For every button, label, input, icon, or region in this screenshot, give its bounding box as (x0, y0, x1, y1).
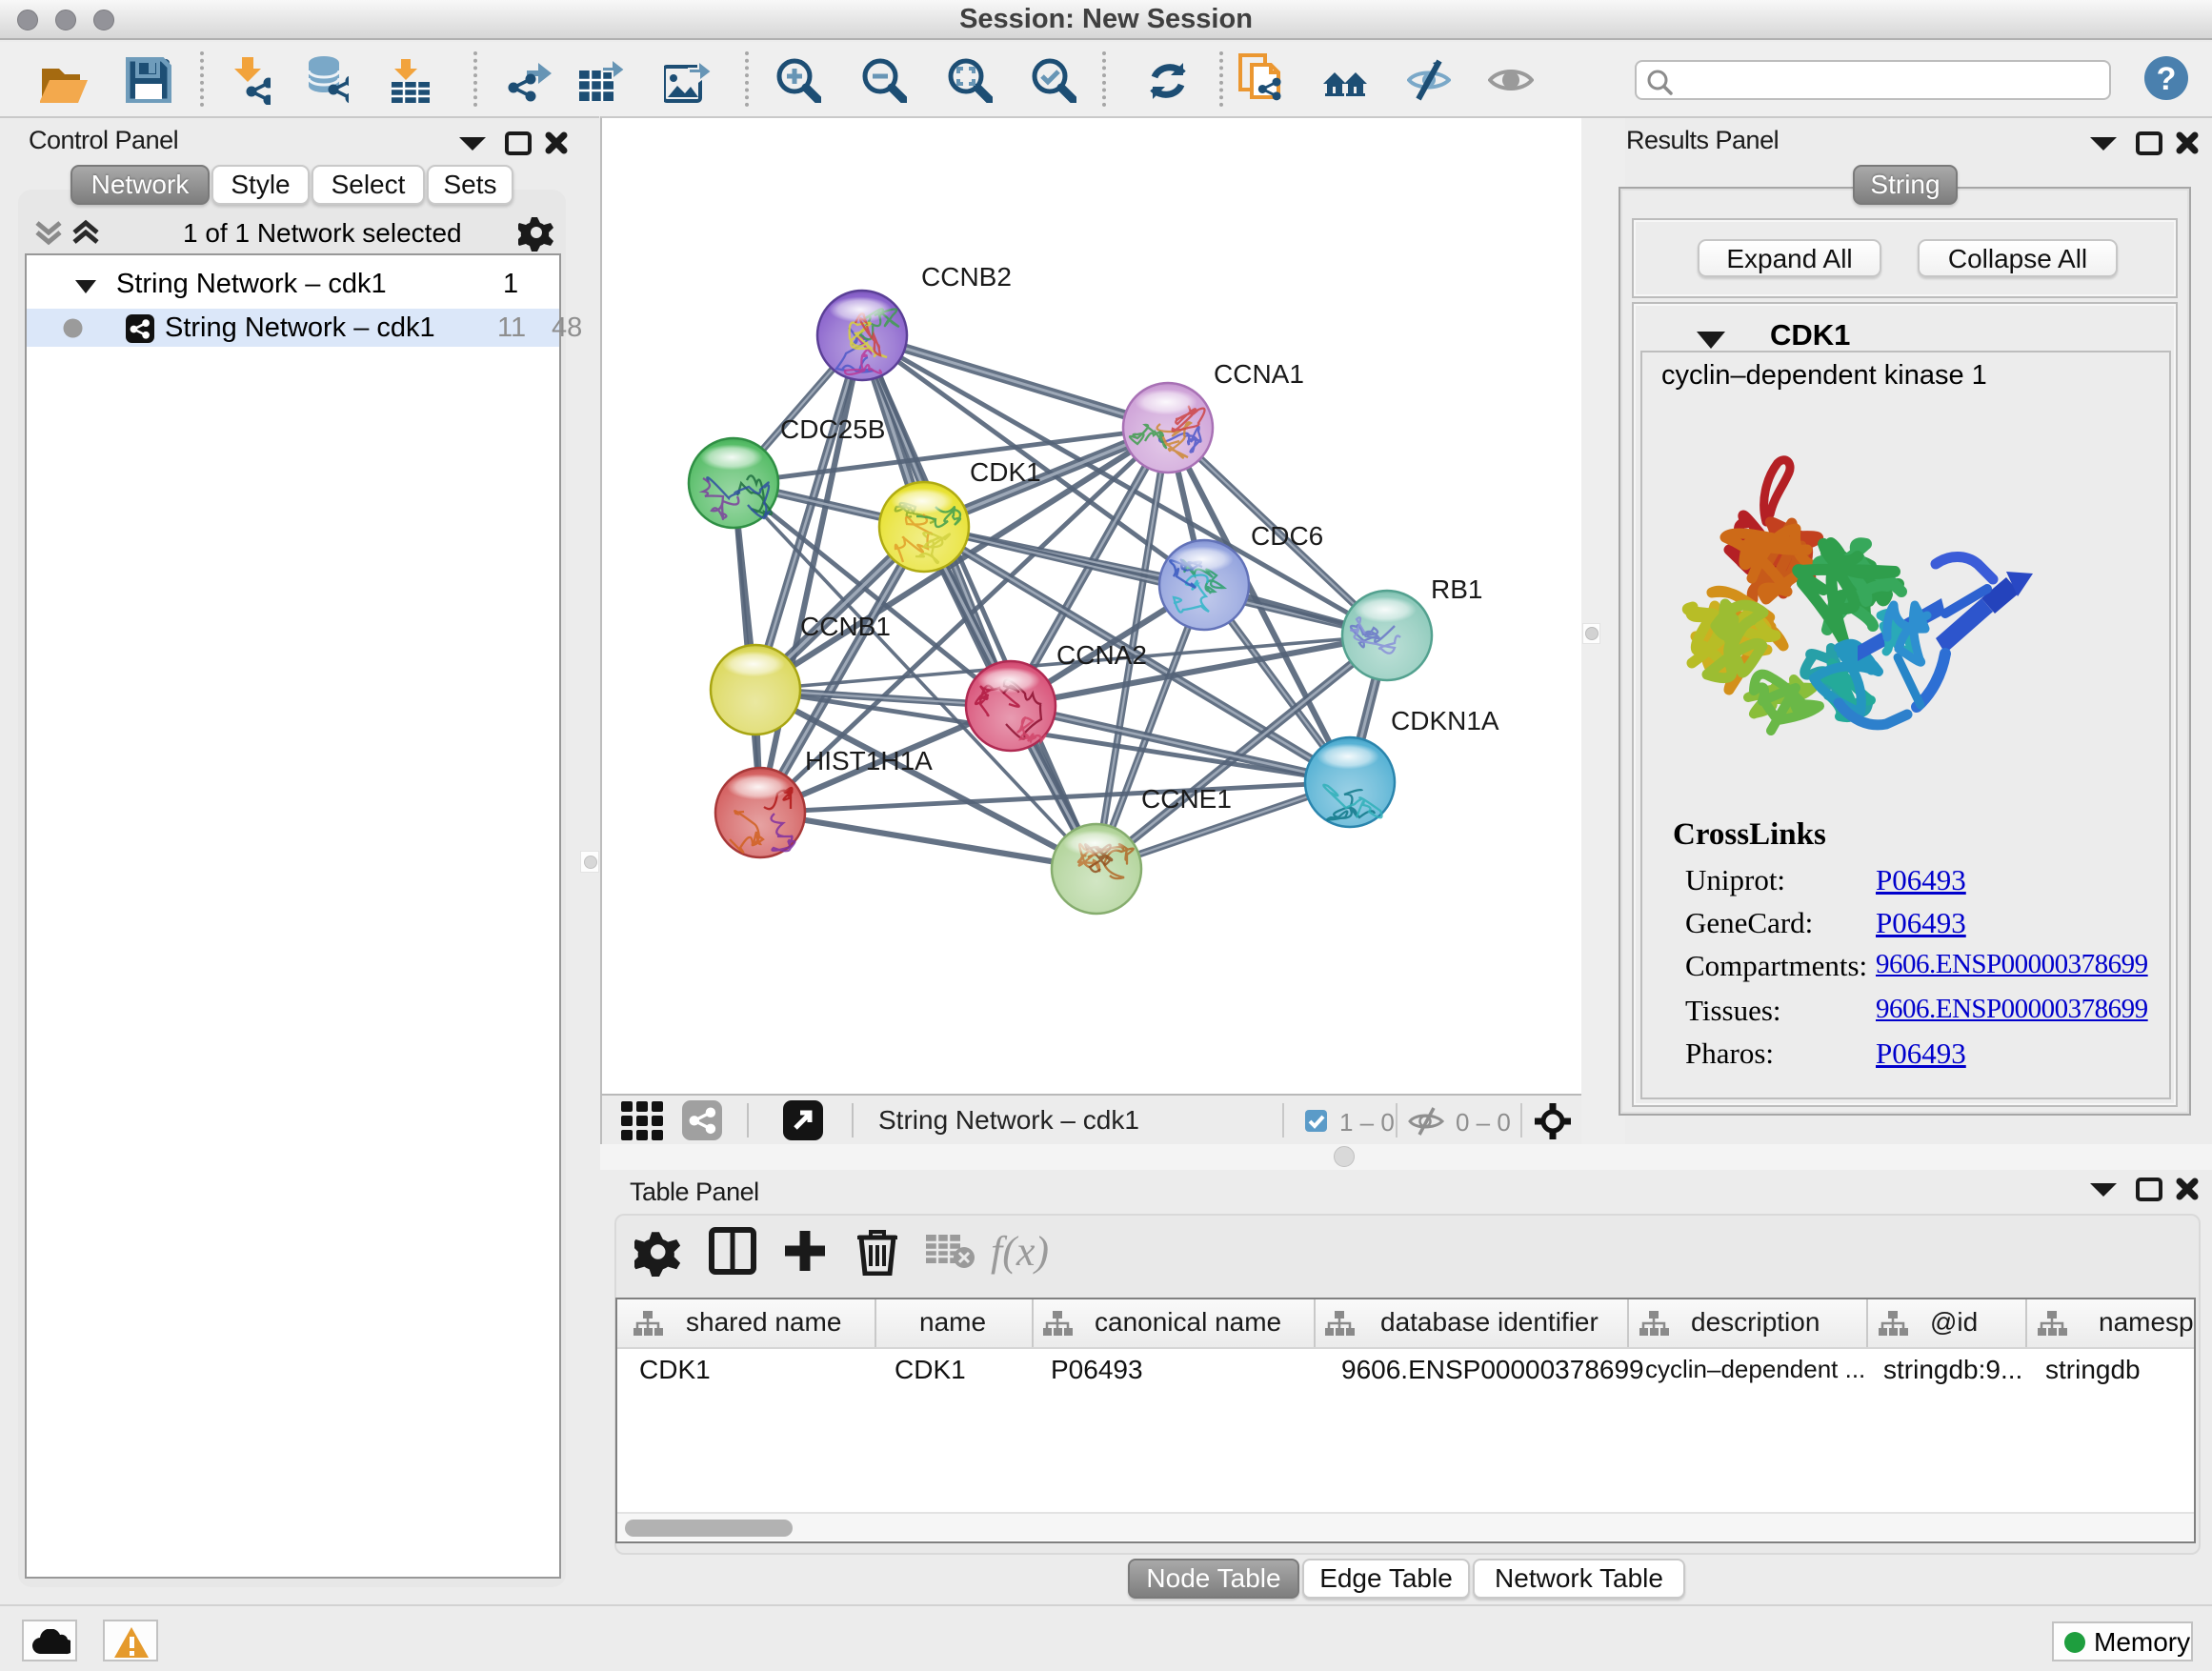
svg-text:CDKN1A: CDKN1A (1391, 706, 1499, 735)
svg-text:CDC6: CDC6 (1251, 521, 1323, 551)
svg-text:?: ? (2157, 61, 2177, 97)
svg-text:CCNE1: CCNE1 (1141, 784, 1232, 814)
svg-text:CCNB2: CCNB2 (921, 262, 1012, 292)
svg-text:CCNB1: CCNB1 (800, 612, 891, 641)
svg-text:CCNA2: CCNA2 (1056, 640, 1147, 670)
svg-text:CDC25B: CDC25B (780, 414, 885, 444)
svg-text:RB1: RB1 (1431, 574, 1482, 604)
svg-text:CDK1: CDK1 (970, 457, 1041, 487)
svg-text:CCNA1: CCNA1 (1214, 359, 1304, 389)
svg-text:HIST1H1A: HIST1H1A (805, 746, 933, 775)
